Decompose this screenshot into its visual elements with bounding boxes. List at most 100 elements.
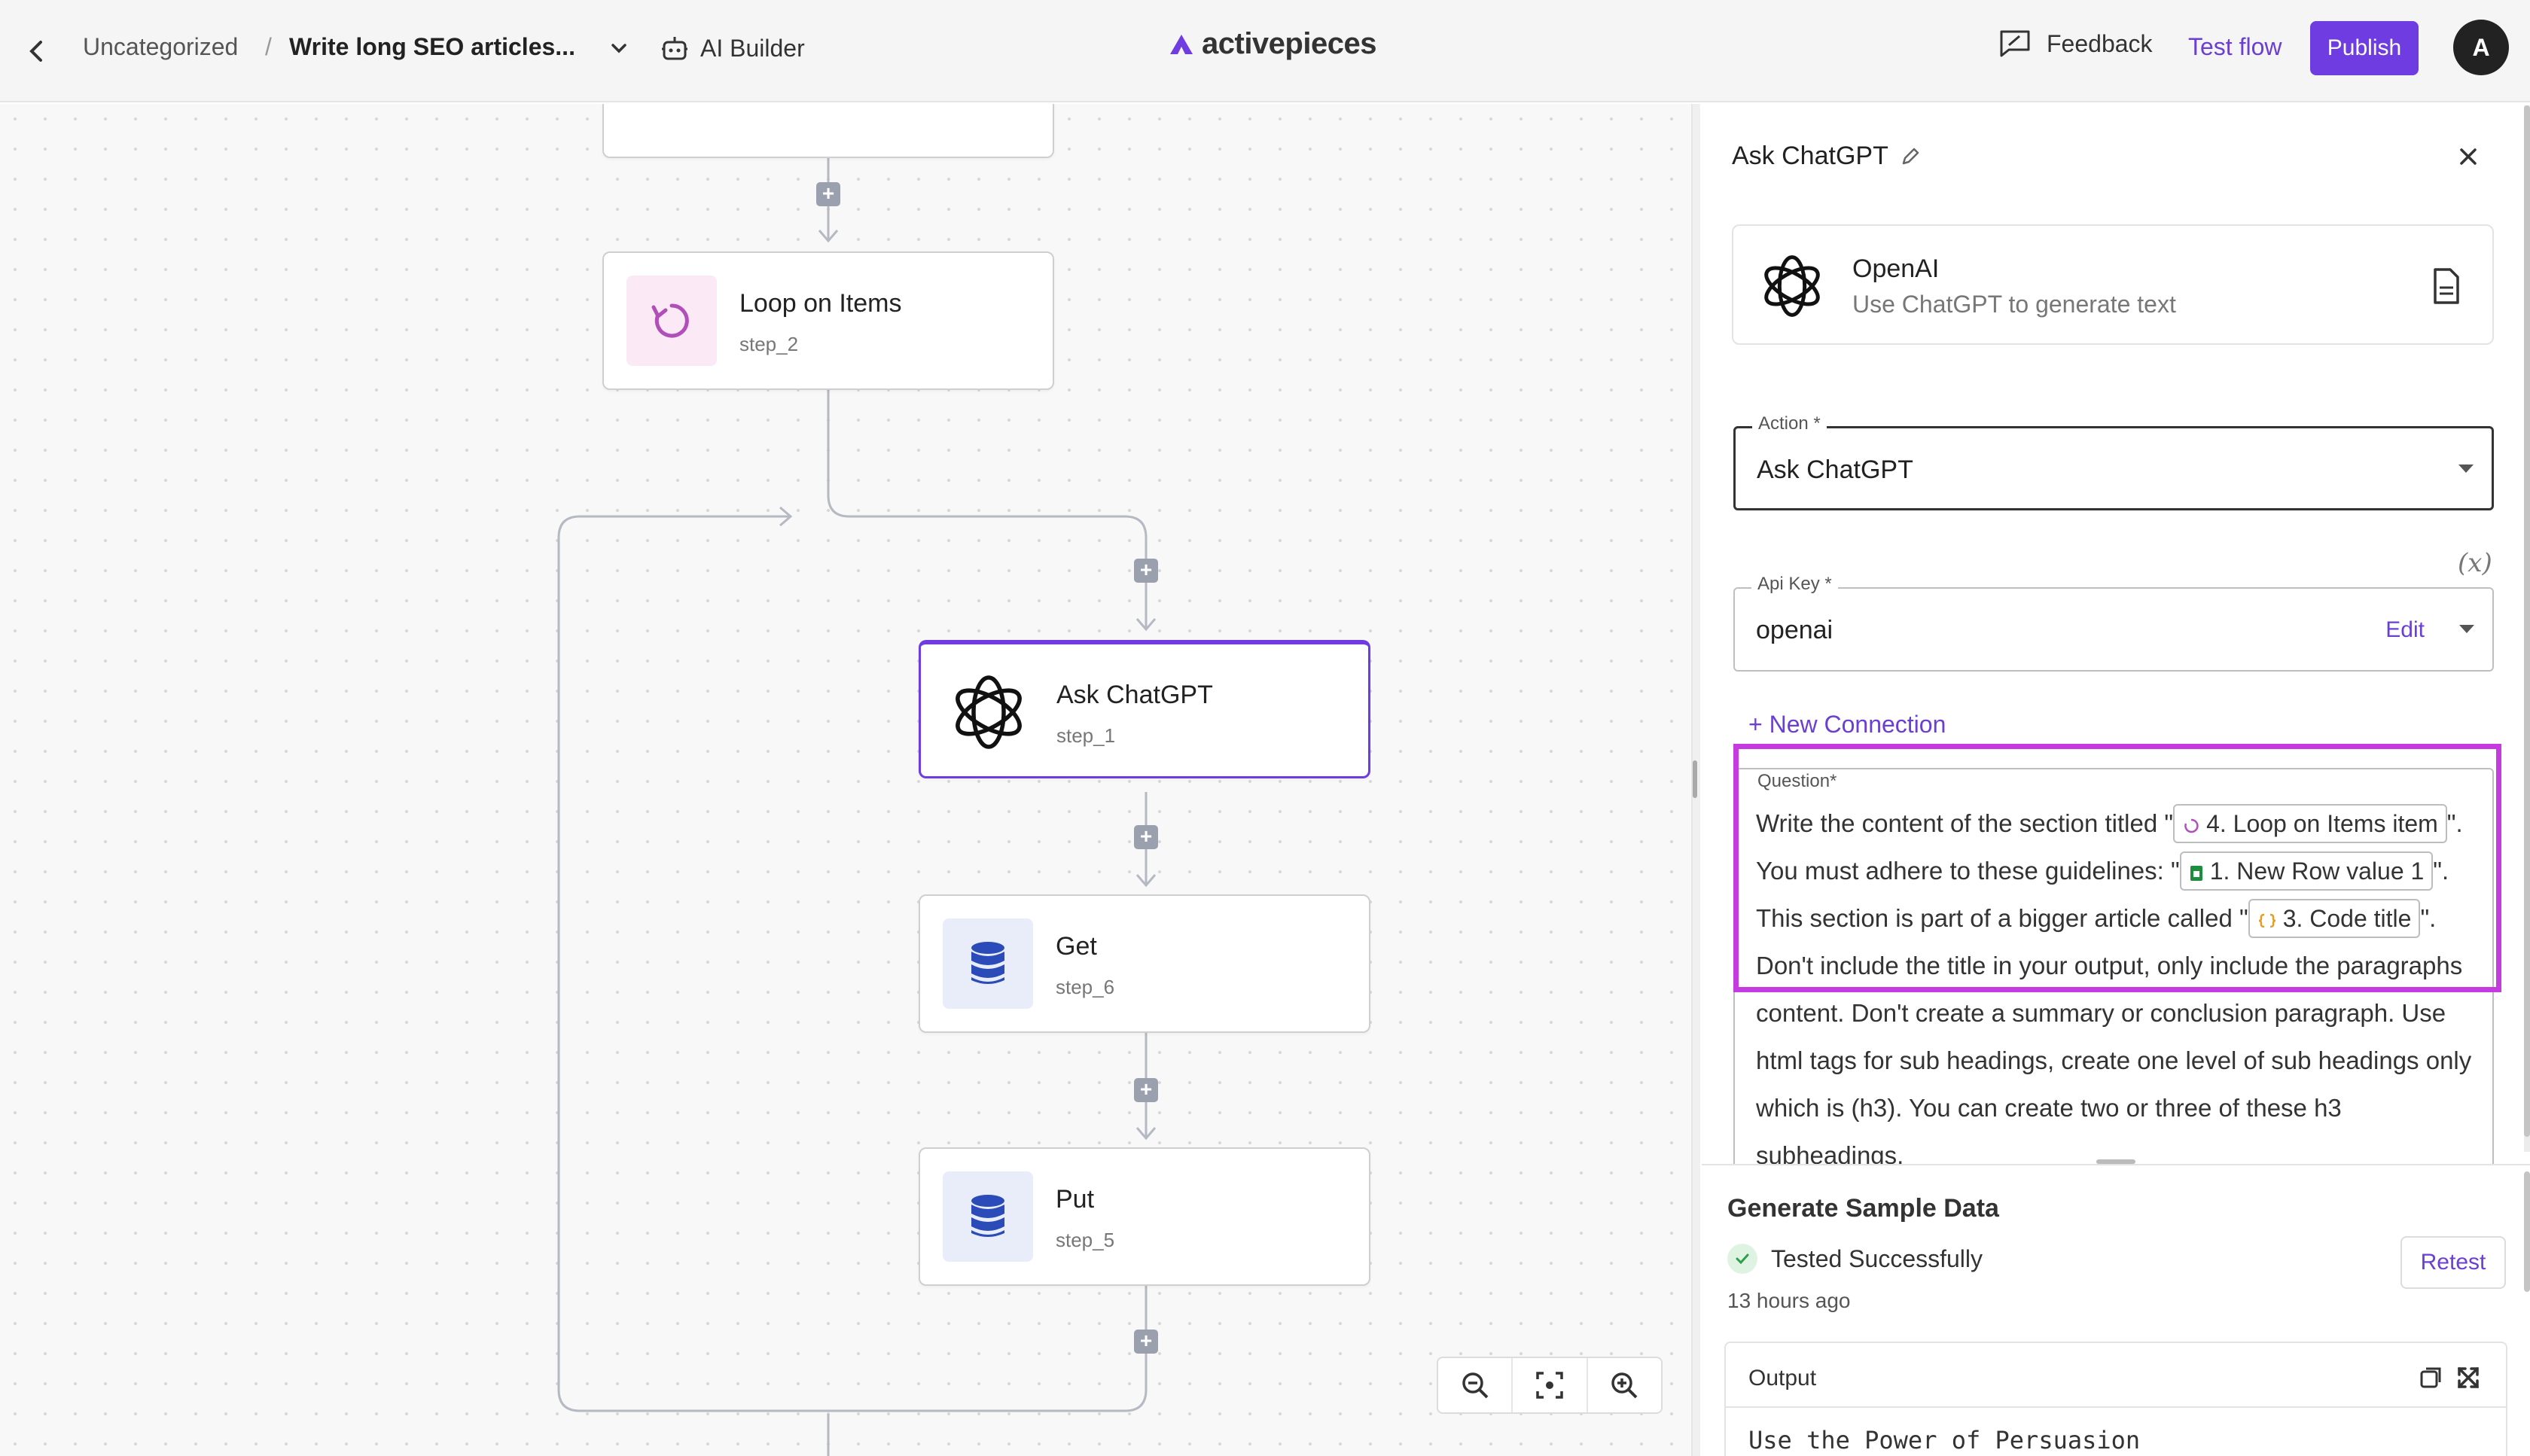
variable-chip[interactable]: 3. Code title xyxy=(2248,899,2421,938)
zoom-in-button[interactable] xyxy=(1588,1358,1661,1412)
output-divider xyxy=(1726,1406,2506,1408)
logo-text: activepieces xyxy=(1202,27,1376,60)
zoom-controls xyxy=(1437,1357,1663,1414)
question-text-part: ". Don't include the title in your outpu… xyxy=(1756,904,2472,1169)
breadcrumb-separator: / xyxy=(265,33,272,60)
variable-chip-label: 4. Loop on Items item xyxy=(2206,810,2438,837)
breadcrumb-folder[interactable]: Uncategorized xyxy=(83,33,238,61)
zoom-in-icon xyxy=(1611,1372,1638,1399)
sample-data-panel: Generate Sample Data Tested Successfully… xyxy=(1702,1164,2530,1456)
spreadsheet-icon xyxy=(2190,865,2202,881)
activepieces-logo: activepieces xyxy=(1169,27,1376,61)
new-connection-link[interactable]: + New Connection xyxy=(1748,711,1946,739)
resizer-handle[interactable] xyxy=(1693,760,1697,798)
flow-node-loop[interactable]: Loop on Items step_2 xyxy=(602,251,1054,390)
fit-view-button[interactable] xyxy=(1513,1358,1588,1412)
loop-icon xyxy=(2184,818,2199,833)
code-icon xyxy=(2258,913,2275,928)
expand-icon[interactable] xyxy=(2453,1363,2483,1393)
flow-canvas[interactable]: + Loop on Items step_2 + Ask ChatGPT ste… xyxy=(0,104,1691,1456)
node-step-id: step_6 xyxy=(1056,976,1115,998)
panel-scrollbar-thumb[interactable] xyxy=(2524,105,2530,1137)
variable-chip[interactable]: 1. New Row value 1 xyxy=(2179,851,2434,891)
add-step-button[interactable]: + xyxy=(1134,1078,1158,1102)
node-step-id: step_2 xyxy=(739,333,799,355)
retest-button[interactable]: Retest xyxy=(2400,1236,2506,1289)
back-button[interactable] xyxy=(21,32,51,71)
caret-down-icon xyxy=(2459,625,2474,633)
add-step-button[interactable]: + xyxy=(816,182,840,206)
sample-scrollbar-thumb[interactable] xyxy=(2524,1171,2530,1292)
node-title: Put xyxy=(1056,1185,1095,1214)
previous-step-node[interactable] xyxy=(602,104,1054,158)
dynamic-value-toggle[interactable]: (x) xyxy=(2458,548,2492,578)
piece-name: OpenAI xyxy=(1852,254,1940,283)
output-text: Use the Power of Persuasion xyxy=(1748,1426,2141,1454)
pencil-icon[interactable] xyxy=(1901,147,1920,166)
close-button[interactable] xyxy=(2447,136,2489,178)
step-title-text: Ask ChatGPT xyxy=(1732,142,1888,170)
test-timestamp: 13 hours ago xyxy=(1727,1289,1851,1312)
sample-data-title: Generate Sample Data xyxy=(1727,1194,1999,1223)
variable-chip-label: 1. New Row value 1 xyxy=(2209,857,2425,885)
output-label: Output xyxy=(1748,1366,1817,1391)
question-text[interactable]: Write the content of the section titled … xyxy=(1756,800,2479,1179)
node-title: Ask ChatGPT xyxy=(1056,681,1213,709)
node-step-id: step_5 xyxy=(1056,1229,1115,1251)
chevron-left-icon xyxy=(29,41,42,62)
flow-node-get[interactable]: Get step_6 xyxy=(919,894,1370,1033)
feedback-icon xyxy=(2000,30,2030,57)
api-key-label: Api Key * xyxy=(1751,574,1838,595)
close-icon xyxy=(2460,148,2477,165)
output-box: Output Use the Power of Persuasion xyxy=(1724,1342,2507,1456)
add-step-button[interactable]: + xyxy=(1134,559,1158,583)
activepieces-logo-icon xyxy=(1170,34,1193,54)
variable-chip-label: 3. Code title xyxy=(2282,905,2412,932)
step-title: Ask ChatGPT xyxy=(1732,142,1920,171)
top-header: Uncategorized / Write long SEO articles.… xyxy=(0,0,2530,102)
check-icon xyxy=(1727,1244,1757,1274)
openai-icon xyxy=(1764,255,1820,317)
feedback-label: Feedback xyxy=(2047,29,2153,57)
zoom-out-button[interactable] xyxy=(1438,1358,1513,1412)
api-key-select[interactable]: Api Key * openai Edit xyxy=(1733,574,2494,672)
document-icon[interactable] xyxy=(2425,265,2467,307)
action-label: Action * xyxy=(1752,413,1827,434)
sample-panel-drag-handle[interactable] xyxy=(2096,1159,2135,1164)
question-text-part: Write the content of the section titled … xyxy=(1756,809,2174,837)
caret-down-icon xyxy=(2458,465,2474,473)
node-step-id: step_1 xyxy=(1056,724,1116,747)
add-step-button[interactable]: + xyxy=(1134,825,1158,849)
action-select[interactable]: Action * Ask ChatGPT xyxy=(1733,413,2494,510)
piece-info-card: OpenAI Use ChatGPT to generate text xyxy=(1732,224,2494,345)
feedback-button[interactable]: Feedback xyxy=(1998,29,2153,59)
edit-connection-link[interactable]: Edit xyxy=(2385,617,2425,643)
database-icon xyxy=(943,918,1033,1009)
ai-builder-button[interactable]: AI Builder xyxy=(661,30,805,66)
node-title: Loop on Items xyxy=(739,289,902,318)
zoom-out-icon xyxy=(1462,1372,1489,1399)
flow-name[interactable]: Write long SEO articles... xyxy=(289,33,575,61)
loop-icon xyxy=(626,276,717,366)
ai-builder-label: AI Builder xyxy=(700,34,805,62)
publish-button[interactable]: Publish xyxy=(2310,21,2419,75)
chevron-down-icon xyxy=(611,44,626,53)
question-label: Question* xyxy=(1751,771,1843,792)
action-value: Ask ChatGPT xyxy=(1757,455,1913,484)
test-flow-button[interactable]: Test flow xyxy=(2188,33,2282,61)
flow-menu-button[interactable] xyxy=(604,30,634,66)
api-key-value: openai xyxy=(1756,616,1833,644)
database-icon xyxy=(943,1171,1033,1262)
test-status-text: Tested Successfully xyxy=(1771,1244,1983,1272)
flow-node-put[interactable]: Put step_5 xyxy=(919,1147,1370,1286)
robot-icon xyxy=(662,37,687,60)
copy-icon[interactable] xyxy=(2416,1363,2446,1393)
variable-chip[interactable]: 4. Loop on Items item xyxy=(2173,804,2447,843)
flow-node-ask-chatgpt[interactable]: Ask ChatGPT step_1 xyxy=(919,640,1370,778)
openai-icon xyxy=(943,667,1034,757)
fit-view-icon xyxy=(1536,1372,1563,1399)
test-status: Tested Successfully xyxy=(1727,1244,1983,1274)
node-title: Get xyxy=(1056,932,1097,961)
add-step-button[interactable]: + xyxy=(1134,1330,1158,1354)
user-avatar[interactable]: A xyxy=(2453,20,2509,75)
